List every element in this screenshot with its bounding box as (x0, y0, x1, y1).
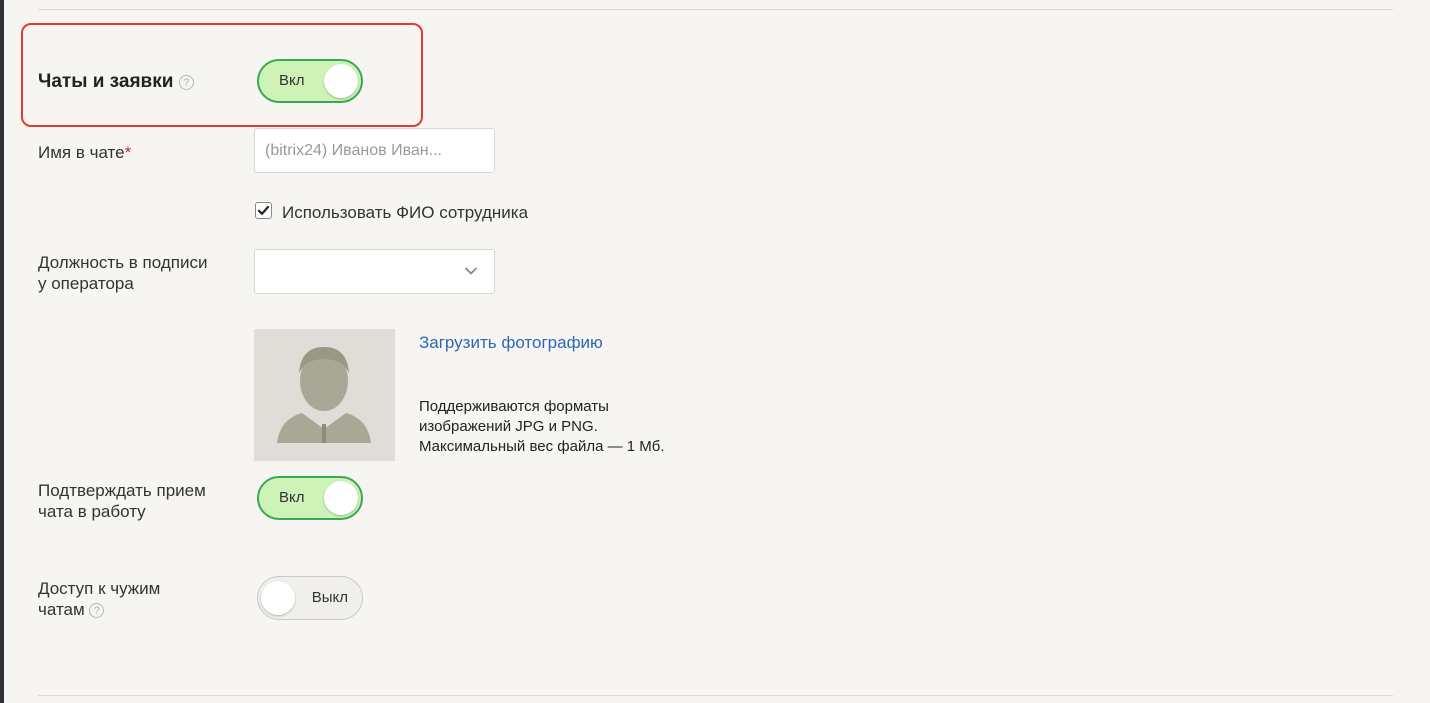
photo-note-line3: Максимальный вес файла — 1 Мб. (419, 438, 665, 455)
chat-name-field[interactable] (254, 128, 495, 173)
bottom-divider (38, 695, 1393, 696)
photo-note-line1: Поддерживаются форматы (419, 398, 609, 415)
photo-format-note: Поддерживаются форматы изображений JPG и… (419, 397, 665, 457)
foreign-chats-label-line2: чатам (38, 600, 85, 619)
avatar-placeholder (254, 329, 395, 461)
required-mark: * (124, 143, 132, 162)
toggle-knob (324, 481, 358, 515)
chats-section-title: Чаты и заявки ? (38, 71, 194, 93)
chat-name-label-text: Имя в чате (38, 143, 125, 162)
confirm-chat-label-line2: чата в работу (38, 502, 146, 521)
position-label-line1: Должность в подписи (38, 253, 208, 272)
foreign-chats-label: Доступ к чужим чатам ? (38, 578, 160, 620)
toggle-knob (261, 581, 295, 615)
foreign-chats-label-line1: Доступ к чужим (38, 579, 161, 598)
chat-name-label: Имя в чате* (38, 142, 131, 163)
person-silhouette-icon (277, 347, 371, 443)
foreign-chats-label-line2-wrap: чатам ? (38, 599, 160, 620)
checkmark-icon (257, 205, 270, 215)
confirm-chat-toggle[interactable]: Вкл (257, 476, 363, 520)
question-circle-icon[interactable]: ? (89, 603, 105, 618)
confirm-chat-toggle-label: Вкл (279, 489, 305, 506)
foreign-chats-toggle[interactable]: Выкл (257, 576, 363, 620)
confirm-chat-label: Подтверждать прием чата в работу (38, 480, 206, 522)
upload-photo-link[interactable]: Загрузить фотографию (419, 333, 603, 353)
position-select[interactable] (254, 249, 495, 294)
top-divider (38, 9, 1393, 10)
chevron-down-icon (465, 267, 477, 275)
left-edge-bar (0, 0, 4, 703)
foreign-chats-toggle-label: Выкл (311, 589, 348, 606)
position-label-line2: у оператора (38, 274, 134, 293)
position-label: Должность в подписи у оператора (38, 252, 207, 294)
use-fio-label[interactable]: Использовать ФИО сотрудника (282, 202, 528, 223)
question-circle-icon[interactable]: ? (178, 75, 194, 90)
confirm-chat-label-line1: Подтверждать прием (38, 481, 206, 500)
chat-name-input[interactable] (255, 129, 494, 172)
chats-toggle[interactable]: Вкл (257, 59, 363, 103)
chats-toggle-label: Вкл (279, 72, 305, 89)
chats-label: Чаты и заявки (38, 71, 174, 92)
toggle-knob (324, 64, 358, 98)
use-fio-checkbox[interactable] (255, 202, 272, 219)
photo-note-line2: изображений JPG и PNG. (419, 418, 598, 435)
